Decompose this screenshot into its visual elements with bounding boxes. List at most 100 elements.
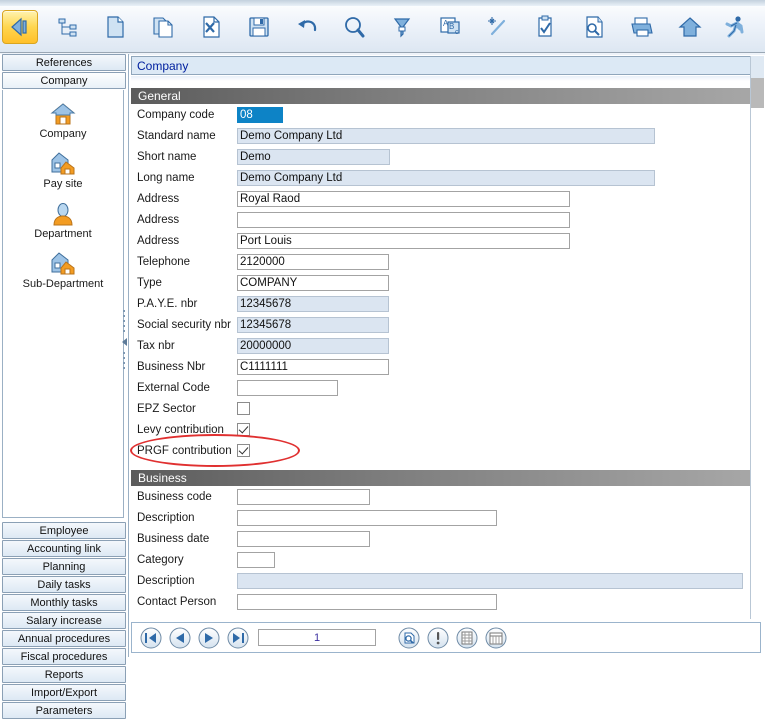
field-label: Contact Person [131, 596, 237, 608]
form-row: Description [131, 507, 763, 528]
splitter-collapse-arrow-icon[interactable] [122, 338, 127, 346]
form-row: Contact Person [131, 591, 763, 612]
input-external-code[interactable] [237, 380, 338, 396]
input-address[interactable] [237, 212, 570, 228]
field-label: Short name [131, 151, 237, 163]
sidebar-item-department[interactable]: Department [3, 198, 123, 240]
input-social-security-nbr[interactable]: 12345678 [237, 317, 389, 333]
toolbar-top-strip [0, 0, 765, 6]
printer-icon[interactable] [624, 10, 660, 44]
filter-funnel-icon[interactable] [384, 10, 420, 44]
sidebar-tab-reports[interactable]: Reports [2, 666, 126, 683]
input-company-code[interactable]: 08 [237, 107, 283, 123]
sidebar-tab-planning[interactable]: Planning [2, 558, 126, 575]
runner-exit-icon[interactable] [717, 10, 753, 44]
input-short-name[interactable]: Demo [237, 149, 390, 165]
sidebar-item-company[interactable]: Company [3, 98, 123, 140]
input-description[interactable] [237, 573, 743, 589]
delete-document-icon[interactable] [193, 10, 229, 44]
general-panel-title: General [138, 89, 181, 103]
first-record-button[interactable] [140, 627, 162, 649]
record-number-value: 1 [314, 632, 320, 644]
form-row: P.A.Y.E. nbr12345678 [131, 293, 763, 314]
field-label: Address [131, 214, 237, 226]
form-row: Description [131, 570, 763, 591]
info-button[interactable] [427, 627, 449, 649]
copy-document-icon[interactable] [145, 10, 181, 44]
field-label: PRGF contribution [131, 445, 237, 457]
sidebar-tab-accounting-link[interactable]: Accounting link [2, 540, 126, 557]
input-type[interactable]: COMPANY [237, 275, 389, 291]
input-address[interactable]: Royal Raod [237, 191, 570, 207]
sidebar-tab-daily-tasks[interactable]: Daily tasks [2, 576, 126, 593]
form-row: Category [131, 549, 763, 570]
sidebar-tab-references[interactable]: References [2, 54, 126, 71]
save-floppy-icon[interactable] [241, 10, 277, 44]
input-business-date[interactable] [237, 531, 370, 547]
input-telephone[interactable]: 2120000 [237, 254, 389, 270]
checkbox-epz-sector[interactable] [237, 402, 250, 415]
field-label: EPZ Sector [131, 403, 237, 415]
panel-splitter-handle[interactable] [122, 310, 129, 372]
last-record-button[interactable] [227, 627, 249, 649]
spellcheck-abc-icon[interactable]: ABc [432, 10, 468, 44]
input-description[interactable] [237, 510, 497, 526]
sidebar-tab-monthly-tasks[interactable]: Monthly tasks [2, 594, 126, 611]
input-business-code[interactable] [237, 489, 370, 505]
sidebar-item-label: Company [39, 128, 86, 140]
sidebar-tab-salary-increase[interactable]: Salary increase [2, 612, 126, 629]
scrollbar-thumb[interactable] [751, 78, 764, 108]
checkbox-prgf-contribution[interactable] [237, 444, 250, 457]
sidebar-tab-annual-procedures[interactable]: Annual procedures [2, 630, 126, 647]
checkbox-levy-contribution[interactable] [237, 423, 250, 436]
undo-arrow-icon[interactable] [289, 10, 325, 44]
sidebar-item-pay-site[interactable]: Pay site [3, 148, 123, 190]
form-row: Business code [131, 486, 763, 507]
grid-view-button[interactable] [485, 627, 507, 649]
input-address[interactable]: Port Louis [237, 233, 570, 249]
input-tax-nbr[interactable]: 20000000 [237, 338, 389, 354]
scrollbar-track[interactable] [751, 56, 764, 78]
sidebar-item-sub-department[interactable]: Sub-Department [3, 248, 123, 290]
general-panel: General Company code08Standard nameDemo … [131, 87, 763, 461]
field-label: Long name [131, 172, 237, 184]
sidebar-tab-company[interactable]: Company [2, 72, 126, 89]
record-navigation-bar: 1 [131, 622, 761, 653]
previous-record-button[interactable] [169, 627, 191, 649]
magic-wand-icon[interactable] [480, 10, 516, 44]
back-arrow-icon[interactable] [2, 10, 38, 44]
home-icon[interactable] [672, 10, 708, 44]
lookup-button[interactable] [398, 627, 420, 649]
vertical-scrollbar[interactable] [750, 56, 764, 619]
sidebar-tab-import-export[interactable]: Import/Export [2, 684, 126, 701]
field-label: Telephone [131, 256, 237, 268]
list-view-button[interactable] [456, 627, 478, 649]
search-magnifier-icon[interactable] [336, 10, 372, 44]
input-long-name[interactable]: Demo Company Ltd [237, 170, 655, 186]
form-row: Telephone2120000 [131, 251, 763, 272]
form-row: Company code08 [131, 104, 763, 125]
business-panel-title: Business [138, 471, 187, 485]
clipboard-check-icon[interactable] [528, 10, 564, 44]
page-title: Company [131, 56, 751, 75]
general-panel-body: Company code08Standard nameDemo Company … [131, 104, 763, 461]
input-standard-name[interactable]: Demo Company Ltd [237, 128, 655, 144]
field-label: P.A.Y.E. nbr [131, 298, 237, 310]
sidebar-tab-parameters[interactable]: Parameters [2, 702, 126, 719]
form-row: Long nameDemo Company Ltd [131, 167, 763, 188]
input-business-nbr[interactable]: C1111111 [237, 359, 389, 375]
tree-structure-icon[interactable] [50, 10, 86, 44]
document-preview-icon[interactable] [576, 10, 612, 44]
record-number-input[interactable]: 1 [258, 629, 376, 646]
house-icon [50, 98, 76, 126]
sidebar-tab-employee[interactable]: Employee [2, 522, 126, 539]
form-row: Business NbrC1111111 [131, 356, 763, 377]
new-document-icon[interactable] [97, 10, 133, 44]
business-panel: Business Business codeDescriptionBusines… [131, 469, 763, 612]
input-paye-nbr[interactable]: 12345678 [237, 296, 389, 312]
sidebar-item-label: Pay site [43, 178, 82, 190]
field-label: Social security nbr [131, 319, 237, 331]
next-record-button[interactable] [198, 627, 220, 649]
input-category[interactable] [237, 552, 275, 568]
input-contact-person[interactable] [237, 594, 497, 610]
